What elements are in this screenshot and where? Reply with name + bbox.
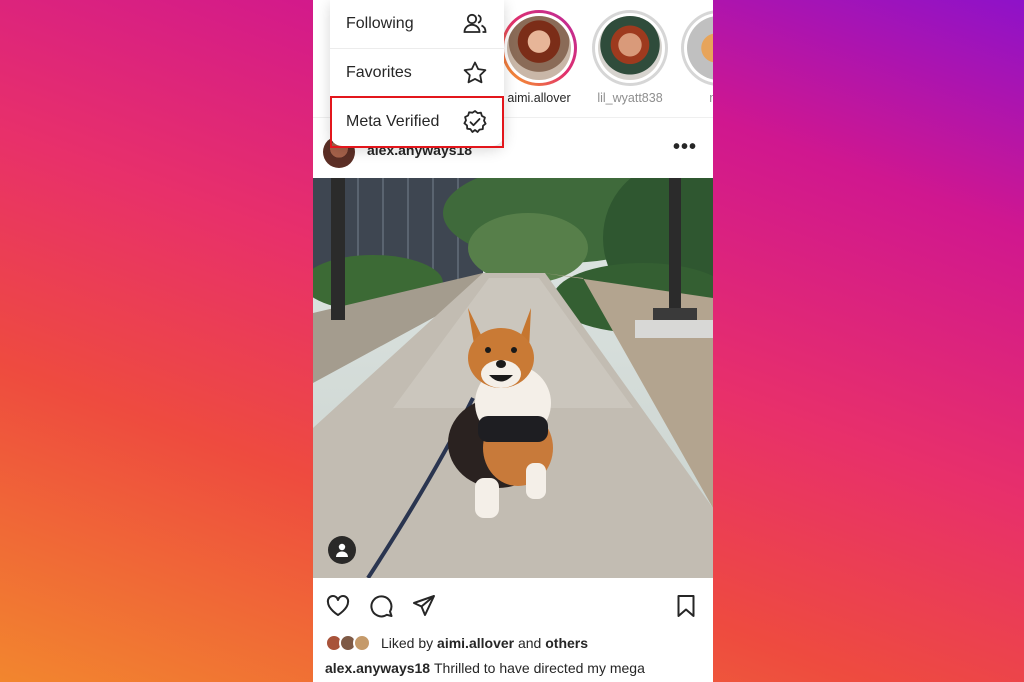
story-aimi-allover[interactable]: aimi.allover (499, 10, 579, 105)
comment-icon[interactable] (368, 593, 394, 619)
liked-by-summary[interactable]: Liked by aimi.allover and others (325, 632, 588, 654)
menu-item-following[interactable]: Following (330, 0, 504, 48)
liker-avatars (325, 633, 373, 653)
story-username: aimi.allover (507, 91, 571, 105)
liked-user[interactable]: aimi.allover (437, 635, 514, 651)
story-ring (592, 10, 668, 86)
heart-icon[interactable] (325, 593, 351, 619)
more-horizontal-icon[interactable]: ••• (673, 136, 697, 159)
story-mis[interactable]: mis (679, 10, 713, 105)
story-avatar (507, 16, 571, 80)
user-tag-icon (336, 543, 348, 557)
feed-filter-menu: Following Favorites Meta Verified (330, 0, 504, 146)
instagram-screen: aimi.allover lil_wyatt838 mis alex.anywa… (313, 0, 713, 682)
menu-item-meta-verified[interactable]: Meta Verified (330, 97, 504, 145)
story-avatar (687, 16, 713, 80)
story-username: mis (679, 91, 713, 105)
star-icon (463, 61, 487, 83)
liked-prefix: Liked by (381, 635, 434, 651)
caption-username[interactable]: alex.anyways18 (325, 660, 430, 676)
story-ring (681, 10, 713, 86)
following-icon (463, 13, 487, 33)
menu-item-favorites[interactable]: Favorites (330, 48, 504, 96)
post-caption: alex.anyways18 Thrilled to have directed… (325, 660, 645, 676)
bookmark-icon[interactable] (673, 593, 699, 619)
menu-item-label: Following (346, 15, 414, 32)
post-photo[interactable] (313, 178, 713, 578)
liked-and: and (517, 635, 542, 651)
verified-badge-icon (463, 109, 487, 133)
post-actions (313, 580, 713, 630)
caption-text: Thrilled to have directed my mega (433, 660, 645, 676)
menu-item-label: Favorites (346, 63, 412, 81)
story-username: lil_wyatt838 (597, 91, 663, 105)
menu-item-label: Meta Verified (346, 112, 440, 130)
tagged-people-button[interactable] (328, 536, 356, 564)
story-avatar (598, 16, 662, 80)
story-lil-wyatt838[interactable]: lil_wyatt838 (590, 10, 670, 105)
share-icon[interactable] (411, 593, 437, 619)
story-ring (501, 10, 577, 86)
avatar (353, 634, 371, 652)
corgi-photo-illustration (313, 178, 713, 578)
liked-others[interactable]: others (545, 635, 588, 651)
